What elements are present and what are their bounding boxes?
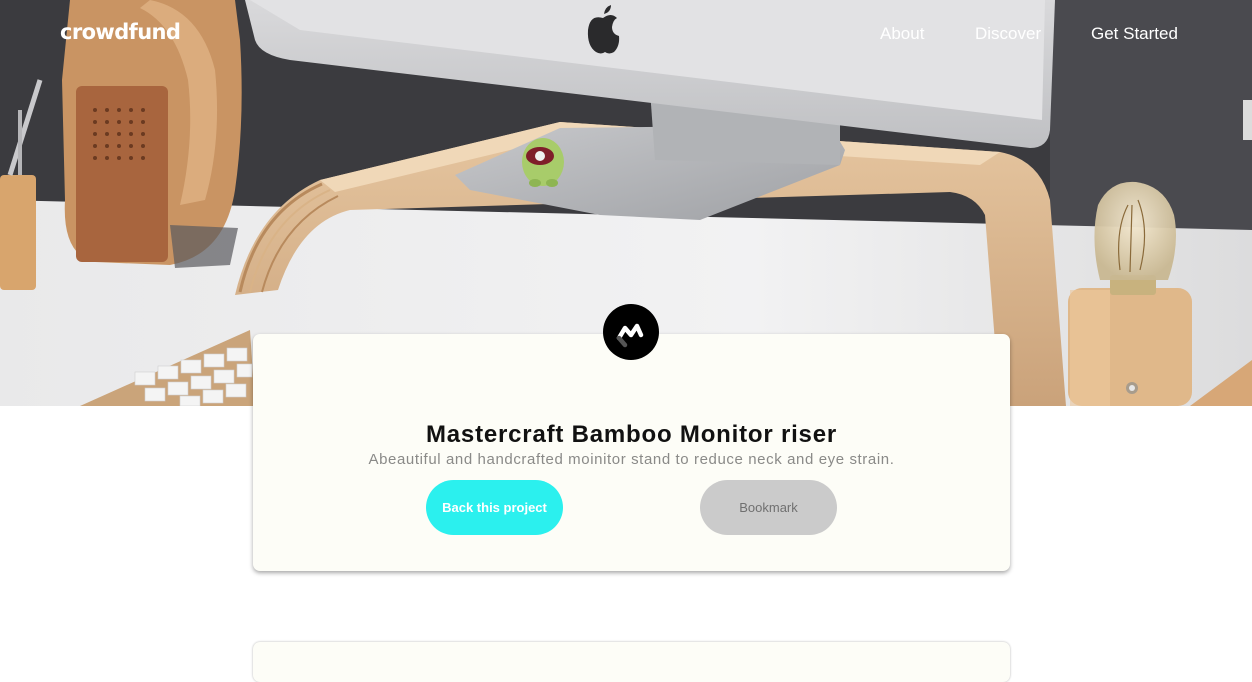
mastercraft-logo-icon — [603, 304, 659, 360]
crowdfund-logo[interactable]: crowdfund — [60, 20, 181, 44]
back-project-button[interactable]: Back this project — [426, 480, 563, 535]
nav-link-discover[interactable]: Discover — [975, 24, 1041, 44]
nav-link-get-started[interactable]: Get Started — [1091, 24, 1178, 44]
bookmark-button[interactable]: Bookmark — [700, 480, 837, 535]
next-card-section — [253, 642, 1010, 682]
project-title: Mastercraft Bamboo Monitor riser — [425, 421, 837, 448]
nav-link-about[interactable]: About — [880, 24, 924, 44]
top-navigation: crowdfund About Discover Get Started — [0, 0, 1252, 68]
project-description: Abeautiful and handcrafted moinitor stan… — [368, 451, 895, 468]
project-card: Mastercraft Bamboo Monitor riser Abeauti… — [253, 334, 1010, 571]
